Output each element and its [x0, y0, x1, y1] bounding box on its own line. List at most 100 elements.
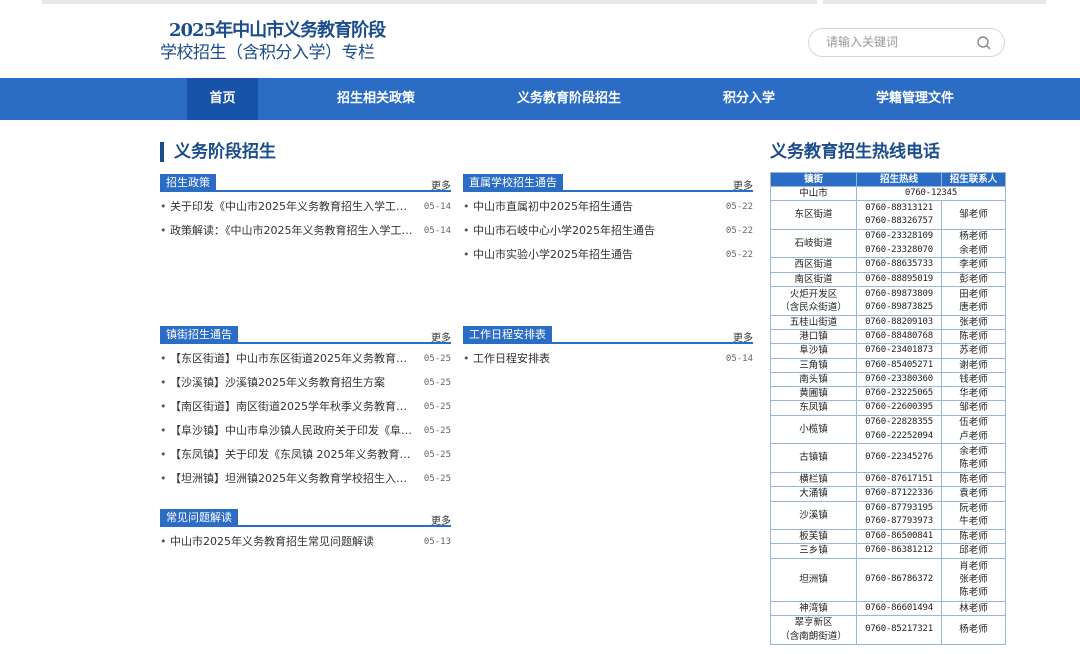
- bullet: •: [160, 424, 167, 437]
- news-title[interactable]: 关于印发《中山市2025年义务教育招生入学工作方案》的通知: [170, 199, 417, 214]
- box-header: 工作日程安排表 更多: [463, 326, 753, 344]
- hotline-row: 三乡镇 0760-86381212 邱老师: [770, 543, 1006, 559]
- town-cell: 大涌镇: [770, 486, 857, 502]
- contact-cell-line: 钱老师: [959, 373, 988, 385]
- contact-cell: 李老师: [941, 257, 1006, 273]
- hotline-row: 古镇镇 0760-22345276 余老师 陈老师: [770, 443, 1006, 473]
- nav-item-registry[interactable]: 学籍管理文件: [860, 78, 970, 120]
- town-cell: 阜沙镇: [770, 343, 857, 359]
- search-icon[interactable]: [976, 35, 992, 51]
- nav-item-home[interactable]: 首页: [187, 78, 258, 120]
- town-cell: 黄圃镇: [770, 386, 857, 402]
- contact-cell-line: 唐老师: [959, 301, 988, 313]
- direct-schools-box: 直属学校招生通告 更多 • 中山市直属初中2025年招生通告 05-22 • 中山市石…: [463, 174, 753, 271]
- phone-cell: 0760-22600395: [856, 400, 942, 416]
- news-list: •关于印发《中山市2025年义务教育招生入学工作方案》的通知 05-14 •政策解…: [160, 199, 451, 247]
- news-title[interactable]: 中山市直属初中2025年招生通告: [473, 199, 719, 214]
- news-list: • 工作日程安排表 05-14: [463, 351, 753, 375]
- hotline-row: 中山市 0760-12345: [770, 185, 1006, 202]
- phone-cell: 0760-87122336: [856, 486, 942, 502]
- hotline-row: 东区街道 0760-88313121 0760-88326757 邹老师: [770, 200, 1006, 230]
- more-link[interactable]: 更多: [431, 177, 451, 192]
- contact-cell: 袁老师: [941, 486, 1006, 502]
- phone-cell-line: 0760-22345276: [865, 452, 933, 463]
- contact-cell-line: 陈老师: [959, 531, 988, 543]
- news-item[interactable]: •关于印发《中山市2025年义务教育招生入学工作方案》的通知 05-14: [160, 199, 451, 223]
- news-title[interactable]: 【坦洲镇】坦洲镇2025年义务教育学校招生入学工作方案: [170, 471, 417, 486]
- news-title[interactable]: 【东凤镇】关于印发《东凤镇 2025年义务教育招生工作方案》的通知: [170, 447, 417, 462]
- news-title[interactable]: 【南区街道】南区街道2025学年秋季义务教育招生方案: [170, 399, 417, 414]
- news-item[interactable]: • 工作日程安排表 05-14: [463, 351, 753, 375]
- box-title[interactable]: 直属学校招生通告: [463, 174, 563, 192]
- news-item[interactable]: • 中山市直属初中2025年招生通告 05-22: [463, 199, 753, 223]
- hotline-row: 石岐街道 0760-23328109 0760-23328070 杨老师 余老师: [770, 228, 1006, 259]
- more-link[interactable]: 更多: [733, 329, 753, 344]
- hotline-row: 三角镇 0760-85405271 谢老师: [770, 357, 1006, 373]
- news-title[interactable]: 政策解读：《中山市2025年义务教育招生入学工作方案》: [170, 223, 417, 238]
- contact-cell-line: 卢老师: [959, 430, 988, 442]
- news-item[interactable]: • 中山市2025年义务教育招生常见问题解读 05-13: [160, 534, 451, 558]
- phone-cell-line: 0760-87122336: [865, 488, 933, 499]
- news-title[interactable]: 【阜沙镇】中山市阜沙镇人民政府关于印发《阜沙镇2025年义务教育招生工作方案》的…: [170, 423, 417, 438]
- news-date: 05-25: [423, 474, 451, 484]
- phone-cell: 0760-87617151: [856, 471, 942, 488]
- box-title[interactable]: 工作日程安排表: [463, 326, 552, 344]
- town-cell: 东凤镇: [770, 400, 857, 416]
- town-cell: 港口镇: [770, 328, 857, 345]
- news-item[interactable]: • 中山市石岐中心小学2025年招生通告 05-22: [463, 223, 753, 247]
- news-item[interactable]: •【坦洲镇】坦洲镇2025年义务教育学校招生入学工作方案 05-25: [160, 471, 451, 495]
- contact-cell-line: 张老师: [959, 574, 988, 586]
- news-item[interactable]: • 中山市实验小学2025年招生通告 05-22: [463, 247, 753, 271]
- news-item[interactable]: •【东凤镇】关于印发《东凤镇 2025年义务教育招生工作方案》的通知 05-25: [160, 447, 451, 471]
- contact-cell: 邹老师: [941, 200, 1006, 230]
- news-item[interactable]: •【阜沙镇】中山市阜沙镇人民政府关于印发《阜沙镇2025年义务教育招生工作方案》…: [160, 423, 451, 447]
- news-title[interactable]: 中山市实验小学2025年招生通告: [473, 247, 719, 262]
- news-title[interactable]: 中山市2025年义务教育招生常见问题解读: [170, 534, 417, 549]
- town-cell: 神湾镇: [770, 600, 857, 616]
- box-title[interactable]: 招生政策: [160, 174, 216, 192]
- phone-cell-line: 0760-86601494: [865, 602, 933, 613]
- more-link[interactable]: 更多: [431, 512, 451, 527]
- phone-cell-line: 0760-88480768: [865, 330, 933, 341]
- col-header-contact: 招生联系人: [941, 172, 1006, 187]
- top-strip-left: [42, 0, 817, 4]
- search-box: [808, 28, 1005, 57]
- news-list: •【东区街道】中山市东区街道2025年义务教育学校招生工作方案05-25 •【沙…: [160, 351, 451, 495]
- nav-item-policy[interactable]: 招生相关政策: [315, 78, 437, 120]
- hotline-row: 火炬开发区 （含民众街道） 0760-89873809 0760-89873825 田…: [770, 286, 1006, 316]
- news-title[interactable]: 【沙溪镇】沙溪镇2025年义务教育招生方案: [170, 375, 417, 390]
- schedule-box: 工作日程安排表 更多 • 工作日程安排表 05-14: [463, 326, 753, 375]
- search-input[interactable]: [826, 35, 966, 49]
- bullet: •: [160, 535, 167, 548]
- site-logo[interactable]: 2025年中山市义务教育阶段 学校招生（含积分入学）专栏: [160, 20, 400, 64]
- bullet: •: [160, 448, 167, 461]
- nav-item-compulsory[interactable]: 义务教育阶段招生: [498, 78, 640, 120]
- town-cell: 南区街道: [770, 271, 857, 288]
- news-item[interactable]: • 【沙溪镇】沙溪镇2025年义务教育招生方案 05-25: [160, 375, 451, 399]
- news-title[interactable]: 工作日程安排表: [473, 351, 719, 366]
- site-title-line1: 2025年中山市义务教育阶段: [169, 20, 386, 41]
- news-title[interactable]: 中山市石岐中心小学2025年招生通告: [473, 223, 719, 238]
- news-item[interactable]: •【东区街道】中山市东区街道2025年义务教育学校招生工作方案 05-25: [160, 351, 451, 375]
- box-title[interactable]: 镇街招生通告: [160, 326, 238, 344]
- news-title[interactable]: 【东区街道】中山市东区街道2025年义务教育学校招生工作方案: [170, 351, 417, 366]
- phone-cell-line: 0760-23225065: [865, 388, 933, 399]
- phone-cell: 0760-88635733: [856, 257, 942, 273]
- more-link[interactable]: 更多: [733, 177, 753, 192]
- nav-item-points[interactable]: 积分入学: [704, 78, 794, 120]
- bullet: •: [160, 200, 167, 213]
- contact-cell: 华老师: [941, 386, 1006, 402]
- more-link[interactable]: 更多: [431, 329, 451, 344]
- phone-cell-line: 0760-23328109: [865, 231, 933, 242]
- contact-cell-line: 张老师: [959, 316, 988, 328]
- phone-cell: 0760-85405271: [856, 357, 942, 373]
- contact-cell: 杨老师 余老师: [941, 228, 1006, 259]
- town-cell: 东区街道: [770, 200, 857, 230]
- phone-cell-line: 0760-88313121: [865, 202, 933, 213]
- box-title[interactable]: 常见问题解读: [160, 509, 238, 527]
- town-cell: 西区街道: [770, 257, 857, 273]
- news-item[interactable]: • 【南区街道】南区街道2025学年秋季义务教育招生方案 05-25: [160, 399, 451, 423]
- contact-cell-line: 陈老师: [959, 330, 988, 342]
- phone-cell-line: 0760-12345: [904, 188, 958, 198]
- news-item[interactable]: •政策解读：《中山市2025年义务教育招生入学工作方案》 05-14: [160, 223, 451, 247]
